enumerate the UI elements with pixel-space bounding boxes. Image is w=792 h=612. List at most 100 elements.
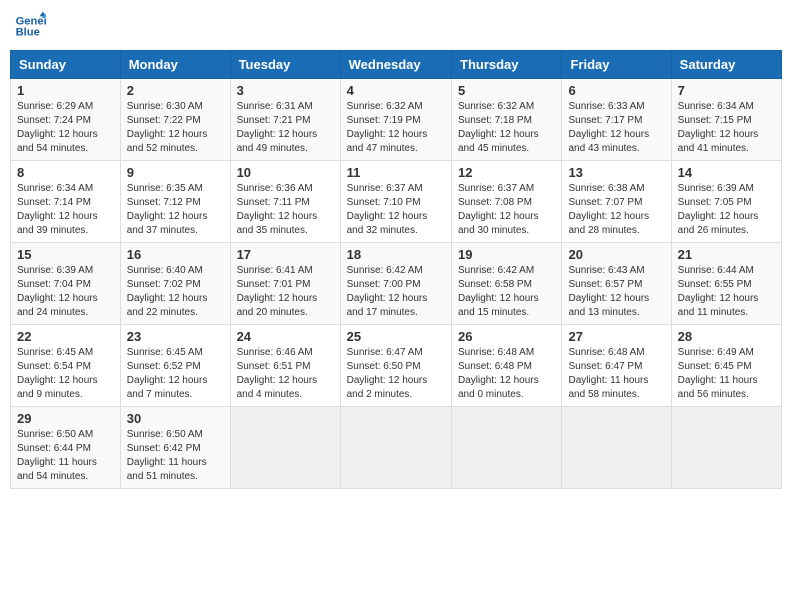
day-info: Sunrise: 6:39 AMSunset: 7:05 PMDaylight:… — [678, 182, 775, 238]
calendar-header-friday: Friday — [562, 51, 671, 79]
day-number: 24 — [237, 329, 334, 344]
day-number: 20 — [568, 247, 664, 262]
day-number: 9 — [127, 165, 224, 180]
day-number: 8 — [17, 165, 114, 180]
calendar-cell: 15 Sunrise: 6:39 AMSunset: 7:04 PMDayligh… — [11, 243, 121, 325]
day-info: Sunrise: 6:42 AMSunset: 7:00 PMDaylight:… — [347, 264, 445, 320]
day-info: Sunrise: 6:38 AMSunset: 7:07 PMDaylight:… — [568, 182, 664, 238]
day-number: 15 — [17, 247, 114, 262]
day-number: 19 — [458, 247, 555, 262]
calendar-header-tuesday: Tuesday — [230, 51, 340, 79]
calendar-cell — [452, 407, 562, 489]
calendar-cell — [340, 407, 451, 489]
calendar-cell: 4Sunrise: 6:32 AMSunset: 7:19 PMDaylight… — [340, 79, 451, 161]
day-number: 28 — [678, 329, 775, 344]
day-info: Sunrise: 6:35 AMSunset: 7:12 PMDaylight:… — [127, 182, 224, 238]
calendar-cell: 26 Sunrise: 6:48 AMSunset: 6:48 PMDayligh… — [452, 325, 562, 407]
calendar-cell: 28 Sunrise: 6:49 AMSunset: 6:45 PMDayligh… — [671, 325, 781, 407]
calendar-cell — [230, 407, 340, 489]
calendar-cell — [671, 407, 781, 489]
calendar-cell: 14 Sunrise: 6:39 AMSunset: 7:05 PMDayligh… — [671, 161, 781, 243]
calendar-cell: 1 Sunrise: 6:29 AMSunset: 7:24 PMDaylight… — [11, 79, 121, 161]
calendar-cell: 25 Sunrise: 6:47 AMSunset: 6:50 PMDayligh… — [340, 325, 451, 407]
day-number: 25 — [347, 329, 445, 344]
day-number: 11 — [347, 165, 445, 180]
day-info: Sunrise: 6:29 AMSunset: 7:24 PMDaylight:… — [17, 100, 114, 156]
day-number: 30 — [127, 411, 224, 426]
day-number: 18 — [347, 247, 445, 262]
day-number: 3 — [237, 83, 334, 98]
calendar-cell: 2 Sunrise: 6:30 AMSunset: 7:22 PMDaylight… — [120, 79, 230, 161]
day-number: 16 — [127, 247, 224, 262]
day-info: Sunrise: 6:45 AMSunset: 6:54 PMDaylight:… — [17, 346, 114, 402]
calendar-cell: 18 Sunrise: 6:42 AMSunset: 7:00 PMDayligh… — [340, 243, 451, 325]
day-number: 26 — [458, 329, 555, 344]
logo-icon: General Blue — [14, 10, 46, 42]
day-number: 14 — [678, 165, 775, 180]
day-info: Sunrise: 6:46 AMSunset: 6:51 PMDaylight:… — [237, 346, 334, 402]
calendar-cell: 3 Sunrise: 6:31 AMSunset: 7:21 PMDaylight… — [230, 79, 340, 161]
calendar-week-1: 1 Sunrise: 6:29 AMSunset: 7:24 PMDaylight… — [11, 79, 782, 161]
calendar-header-wednesday: Wednesday — [340, 51, 451, 79]
calendar-week-2: 8 Sunrise: 6:34 AMSunset: 7:14 PMDaylight… — [11, 161, 782, 243]
day-number: 6 — [568, 83, 664, 98]
day-info: Sunrise: 6:42 AMSunset: 6:58 PMDaylight:… — [458, 264, 555, 320]
day-number: 1 — [17, 83, 114, 98]
day-info: Sunrise: 6:32 AMSunset: 7:19 PMDaylight:… — [347, 100, 445, 156]
day-info: Sunrise: 6:50 AMSunset: 6:44 PMDaylight:… — [17, 428, 114, 484]
calendar-cell: 13Sunrise: 6:38 AMSunset: 7:07 PMDayligh… — [562, 161, 671, 243]
day-info: Sunrise: 6:44 AMSunset: 6:55 PMDaylight:… — [678, 264, 775, 320]
calendar-cell: 11 Sunrise: 6:37 AMSunset: 7:10 PMDayligh… — [340, 161, 451, 243]
calendar-cell: 8 Sunrise: 6:34 AMSunset: 7:14 PMDaylight… — [11, 161, 121, 243]
calendar-week-5: 29 Sunrise: 6:50 AMSunset: 6:44 PMDayligh… — [11, 407, 782, 489]
day-info: Sunrise: 6:36 AMSunset: 7:11 PMDaylight:… — [237, 182, 334, 238]
calendar-cell: 12 Sunrise: 6:37 AMSunset: 7:08 PMDayligh… — [452, 161, 562, 243]
calendar-cell: 22 Sunrise: 6:45 AMSunset: 6:54 PMDayligh… — [11, 325, 121, 407]
calendar-header-monday: Monday — [120, 51, 230, 79]
calendar-cell: 23Sunrise: 6:45 AMSunset: 6:52 PMDayligh… — [120, 325, 230, 407]
day-info: Sunrise: 6:37 AMSunset: 7:08 PMDaylight:… — [458, 182, 555, 238]
day-number: 7 — [678, 83, 775, 98]
page-header: General Blue — [10, 10, 782, 42]
calendar-header-sunday: Sunday — [11, 51, 121, 79]
svg-text:Blue: Blue — [16, 27, 40, 39]
calendar-cell: 6 Sunrise: 6:33 AMSunset: 7:17 PMDaylight… — [562, 79, 671, 161]
day-info: Sunrise: 6:34 AMSunset: 7:14 PMDaylight:… — [17, 182, 114, 238]
calendar-cell: 19 Sunrise: 6:42 AMSunset: 6:58 PMDayligh… — [452, 243, 562, 325]
day-info: Sunrise: 6:47 AMSunset: 6:50 PMDaylight:… — [347, 346, 445, 402]
day-info: Sunrise: 6:48 AMSunset: 6:48 PMDaylight:… — [458, 346, 555, 402]
day-info: Sunrise: 6:39 AMSunset: 7:04 PMDaylight:… — [17, 264, 114, 320]
calendar-cell: 27Sunrise: 6:48 AMSunset: 6:47 PMDayligh… — [562, 325, 671, 407]
day-info: Sunrise: 6:40 AMSunset: 7:02 PMDaylight:… — [127, 264, 224, 320]
day-number: 2 — [127, 83, 224, 98]
day-info: Sunrise: 6:49 AMSunset: 6:45 PMDaylight:… — [678, 346, 775, 402]
calendar-cell: 5 Sunrise: 6:32 AMSunset: 7:18 PMDaylight… — [452, 79, 562, 161]
day-info: Sunrise: 6:31 AMSunset: 7:21 PMDaylight:… — [237, 100, 334, 156]
calendar-week-3: 15 Sunrise: 6:39 AMSunset: 7:04 PMDayligh… — [11, 243, 782, 325]
day-number: 5 — [458, 83, 555, 98]
calendar-cell: 16 Sunrise: 6:40 AMSunset: 7:02 PMDayligh… — [120, 243, 230, 325]
calendar-cell: 9 Sunrise: 6:35 AMSunset: 7:12 PMDaylight… — [120, 161, 230, 243]
day-info: Sunrise: 6:32 AMSunset: 7:18 PMDaylight:… — [458, 100, 555, 156]
calendar-cell: 20 Sunrise: 6:43 AMSunset: 6:57 PMDayligh… — [562, 243, 671, 325]
day-number: 12 — [458, 165, 555, 180]
day-number: 22 — [17, 329, 114, 344]
day-info: Sunrise: 6:37 AMSunset: 7:10 PMDaylight:… — [347, 182, 445, 238]
day-info: Sunrise: 6:43 AMSunset: 6:57 PMDaylight:… — [568, 264, 664, 320]
calendar-cell: 21 Sunrise: 6:44 AMSunset: 6:55 PMDayligh… — [671, 243, 781, 325]
day-info: Sunrise: 6:41 AMSunset: 7:01 PMDaylight:… — [237, 264, 334, 320]
calendar-cell: 24 Sunrise: 6:46 AMSunset: 6:51 PMDayligh… — [230, 325, 340, 407]
day-number: 29 — [17, 411, 114, 426]
day-info: Sunrise: 6:45 AMSunset: 6:52 PMDaylight:… — [127, 346, 224, 402]
day-number: 10 — [237, 165, 334, 180]
day-number: 21 — [678, 247, 775, 262]
day-info: Sunrise: 6:50 AMSunset: 6:42 PMDaylight:… — [127, 428, 224, 484]
calendar-table: SundayMondayTuesdayWednesdayThursdayFrid… — [10, 50, 782, 489]
calendar-header-thursday: Thursday — [452, 51, 562, 79]
day-info: Sunrise: 6:33 AMSunset: 7:17 PMDaylight:… — [568, 100, 664, 156]
day-info: Sunrise: 6:30 AMSunset: 7:22 PMDaylight:… — [127, 100, 224, 156]
calendar-header-row: SundayMondayTuesdayWednesdayThursdayFrid… — [11, 51, 782, 79]
calendar-header-saturday: Saturday — [671, 51, 781, 79]
day-number: 17 — [237, 247, 334, 262]
calendar-cell: 7Sunrise: 6:34 AMSunset: 7:15 PMDaylight… — [671, 79, 781, 161]
